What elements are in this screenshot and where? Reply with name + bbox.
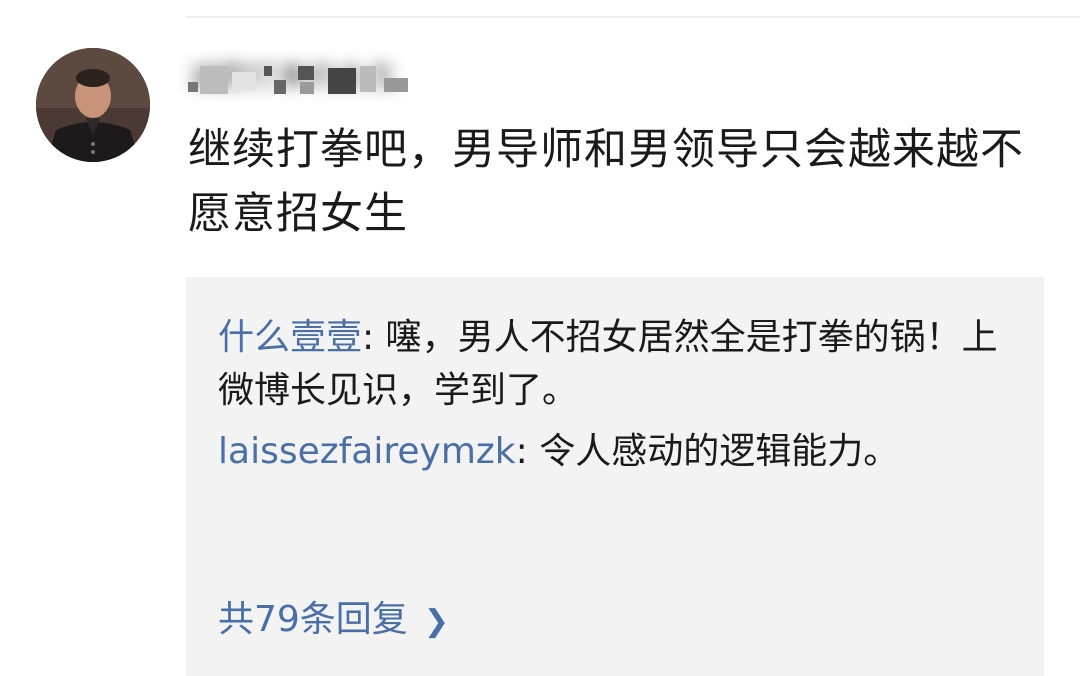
- reply-text: 令人感动的逻辑能力。: [539, 431, 900, 472]
- chevron-right-icon: ❯: [423, 604, 449, 639]
- reply-username[interactable]: 什么壹壹: [218, 317, 362, 358]
- reply-item: laissezfaireymzk: 令人感动的逻辑能力。: [218, 425, 1018, 478]
- username-redaction: [188, 66, 408, 94]
- username[interactable]: 减肥打拳的女生: [188, 58, 418, 98]
- comment-screen: 减肥打拳的女生 继续打拳吧，男导师和男领导只会越来越不愿意招女生 什么壹壹: 噻…: [0, 0, 1080, 676]
- reply-separator: :: [362, 317, 386, 358]
- more-replies-link[interactable]: 共79条回复 ❯: [218, 595, 449, 647]
- comment-text: 继续打拳吧，男导师和男领导只会越来越不愿意招女生: [188, 125, 1024, 239]
- reply-separator: :: [515, 431, 540, 472]
- reply-username[interactable]: laissezfaireymzk: [218, 431, 516, 472]
- avatar[interactable]: [36, 48, 150, 162]
- reply-item: 什么壹壹: 噻，男人不招女居然全是打拳的锅！上微博长见识，学到了。: [218, 311, 1018, 417]
- reply-box[interactable]: 什么壹壹: 噻，男人不招女居然全是打拳的锅！上微博长见识，学到了。 laisse…: [186, 277, 1044, 676]
- divider: [186, 16, 1080, 18]
- avatar-photo: [36, 48, 150, 162]
- more-replies-label: 共79条回复: [218, 599, 408, 640]
